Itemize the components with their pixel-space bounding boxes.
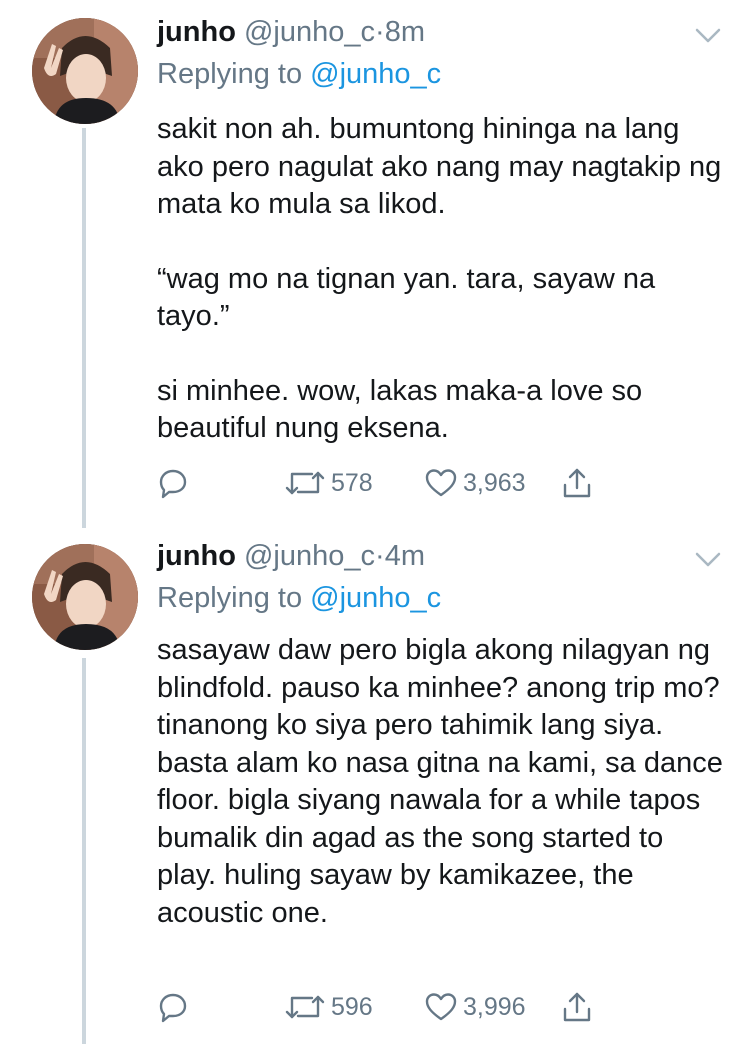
like-button[interactable]: 3,996 bbox=[425, 990, 526, 1024]
replying-to: Replying to @junho_c bbox=[157, 580, 441, 616]
user-handle[interactable]: @junho_c bbox=[244, 540, 375, 572]
replying-to: Replying to @junho_c bbox=[157, 56, 441, 92]
separator-dot: · bbox=[375, 540, 385, 572]
tweet-header: junho @junho_c·4m bbox=[157, 538, 425, 574]
user-handle[interactable]: @junho_c bbox=[244, 16, 375, 48]
retweet-count: 578 bbox=[331, 468, 373, 497]
tweet-paragraph: sakit non ah. bumuntong hininga na lang … bbox=[157, 113, 722, 220]
share-icon bbox=[563, 992, 591, 1022]
tweet-paragraph: si minhee. wow, lakas maka-a love so bea… bbox=[157, 374, 643, 445]
reply-button[interactable] bbox=[157, 990, 189, 1024]
tweet[interactable]: junho @junho_c·8m Replying to @junho_c s… bbox=[0, 0, 750, 530]
like-button[interactable]: 3,963 bbox=[425, 466, 526, 500]
avatar[interactable] bbox=[32, 544, 138, 650]
thread-line bbox=[82, 658, 86, 1044]
share-icon bbox=[563, 468, 591, 498]
mention-link[interactable]: @junho_c bbox=[310, 58, 441, 90]
display-name[interactable]: junho bbox=[157, 540, 236, 572]
reply-icon bbox=[159, 993, 187, 1023]
chevron-down-icon[interactable] bbox=[694, 26, 722, 46]
share-button[interactable] bbox=[561, 466, 593, 500]
tweet[interactable]: junho @junho_c·4m Replying to @junho_c s… bbox=[0, 530, 750, 1044]
heart-icon bbox=[425, 993, 457, 1021]
like-count: 3,996 bbox=[463, 992, 526, 1021]
timestamp[interactable]: 4m bbox=[385, 540, 425, 572]
tweet-header: junho @junho_c·8m bbox=[157, 14, 425, 50]
retweet-button[interactable]: 596 bbox=[285, 990, 373, 1024]
reply-icon bbox=[159, 469, 187, 499]
retweet-button[interactable]: 578 bbox=[285, 466, 373, 500]
tweet-paragraph: “wag mo na tignan yan. tara, sayaw na ta… bbox=[157, 262, 656, 333]
replying-to-label: Replying to bbox=[157, 582, 303, 614]
chevron-down-icon[interactable] bbox=[694, 550, 722, 570]
retweet-icon bbox=[285, 471, 325, 495]
replying-to-label: Replying to bbox=[157, 58, 303, 90]
timestamp[interactable]: 8m bbox=[385, 16, 425, 48]
tweet-text: sakit non ah. bumuntong hininga na lang … bbox=[157, 111, 727, 448]
avatar[interactable] bbox=[32, 18, 138, 124]
separator-dot: · bbox=[375, 16, 385, 48]
retweet-icon bbox=[285, 995, 325, 1019]
heart-icon bbox=[425, 469, 457, 497]
like-count: 3,963 bbox=[463, 468, 526, 497]
display-name[interactable]: junho bbox=[157, 16, 236, 48]
tweet-paragraph: sasayaw daw pero bigla akong nilagyan ng… bbox=[157, 634, 723, 929]
reply-button[interactable] bbox=[157, 466, 189, 500]
retweet-count: 596 bbox=[331, 992, 373, 1021]
tweet-text: sasayaw daw pero bigla akong nilagyan ng… bbox=[157, 632, 727, 932]
thread-line bbox=[82, 128, 86, 528]
mention-link[interactable]: @junho_c bbox=[310, 582, 441, 614]
share-button[interactable] bbox=[561, 990, 593, 1024]
